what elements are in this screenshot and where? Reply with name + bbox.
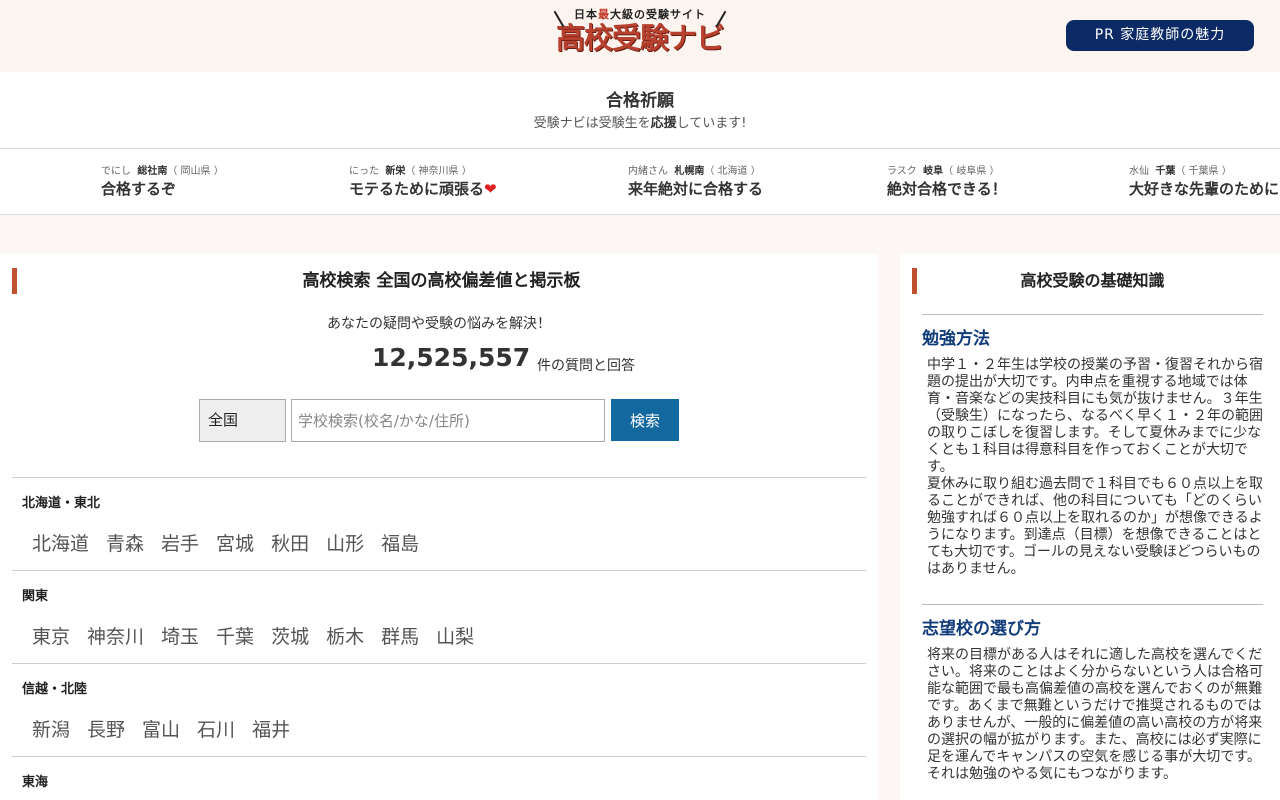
sidebar-divider <box>922 604 1263 605</box>
heart-icon: ❤ <box>484 180 497 198</box>
wish-meta: 水仙 千葉（ 千葉県 ） <box>1129 162 1280 177</box>
prefecture-link[interactable]: 北海道 <box>32 529 89 556</box>
prefecture-link[interactable]: 福島 <box>381 529 419 556</box>
wish-school: 岐阜 <box>923 166 944 177</box>
sidebar-section-title[interactable]: 勉強方法 <box>922 324 990 349</box>
wish-pref: （ 岡山県 ） <box>167 166 224 177</box>
wish-meta: でにし 総社南（ 岡山県 ） <box>101 162 224 177</box>
search-button[interactable]: 検索 <box>611 399 679 441</box>
wish-user: ラスク <box>887 166 917 177</box>
prefecture-link[interactable]: 山形 <box>326 529 364 556</box>
wish-pref: （ 神奈川県 ） <box>405 166 472 177</box>
wish-subtitle-bold: 応援 <box>650 116 677 131</box>
search-heading: 高校検索 全国の高校偏差値と掲示板 <box>12 268 866 294</box>
site-header: 日本最大級の受験サイト 高校受験ナビ PR 家庭教師の魅力 <box>0 0 1280 72</box>
prefecture-link[interactable]: 福井 <box>252 715 290 742</box>
wish-item[interactable]: ラスク 岐阜（ 岐阜県 ） 絶対合格できる！ <box>887 162 1007 199</box>
prefecture-link[interactable]: 山梨 <box>436 622 474 649</box>
wish-text: 大好きな先輩のために <box>1129 180 1280 198</box>
school-search-input[interactable] <box>291 399 605 442</box>
logo-title: 高校受験ナビ <box>555 21 725 55</box>
region-prefecture-list: 北海道 青森 岩手 宮城 秋田 山形 福島 <box>32 529 436 556</box>
wish-user: にった <box>349 166 379 177</box>
prefecture-link[interactable]: 宮城 <box>216 529 254 556</box>
wish-item[interactable]: でにし 総社南（ 岡山県 ） 合格するぞ <box>101 162 224 199</box>
region-name: 北海道・東北 <box>22 496 101 511</box>
wish-school: 新栄 <box>385 166 406 177</box>
wish-user: 水仙 <box>1129 166 1149 177</box>
wish-subtitle-post: しています! <box>676 116 747 131</box>
school-search-panel: 高校検索 全国の高校偏差値と掲示板 あなたの疑問や受験の悩みを解決！ 12,52… <box>0 254 878 800</box>
prefecture-link[interactable]: 長野 <box>87 715 125 742</box>
region-shinetsu-hokuriku: 信越・北陸 新潟 長野 富山 石川 福井 <box>12 663 866 756</box>
question-count-suffix: 件の質問と回答 <box>537 358 635 374</box>
region-prefecture-list: 東京 神奈川 埼玉 千葉 茨城 栃木 群馬 山梨 <box>32 622 491 649</box>
prefecture-link[interactable]: 千葉 <box>216 622 254 649</box>
sidebar-divider <box>922 314 1263 315</box>
site-logo[interactable]: 日本最大級の受験サイト 高校受験ナビ <box>550 4 730 60</box>
pr-tutor-button[interactable]: PR 家庭教師の魅力 <box>1066 20 1254 51</box>
sidebar-section-body: 将来の目標がある人はそれに適した高校を選んでください。将来のことはよく分からない… <box>927 647 1263 782</box>
prefecture-link[interactable]: 石川 <box>197 715 235 742</box>
logo-tagline-accent: 最 <box>598 8 610 21</box>
region-name: 信越・北陸 <box>22 682 88 697</box>
region-name: 東海 <box>22 775 49 790</box>
region-prefecture-list: 新潟 長野 富山 石川 福井 <box>32 715 307 742</box>
logo-tagline: 日本最大級の受験サイト <box>574 8 706 21</box>
wish-school: 千葉 <box>1155 166 1176 177</box>
prefecture-link[interactable]: 秋田 <box>271 529 309 556</box>
prefecture-link[interactable]: 富山 <box>142 715 180 742</box>
wish-meta: ラスク 岐阜（ 岐阜県 ） <box>887 162 1007 177</box>
prefecture-link[interactable]: 茨城 <box>271 622 309 649</box>
prefecture-link[interactable]: 埼玉 <box>161 622 199 649</box>
wish-text: 来年絶対に合格する <box>628 180 764 198</box>
wish-meta: 内緒さん 札幌南（ 北海道 ） <box>628 162 763 177</box>
wish-pref: （ 岐阜県 ） <box>943 166 1000 177</box>
prefecture-link[interactable]: 岩手 <box>161 529 199 556</box>
wish-pref: （ 北海道 ） <box>704 166 761 177</box>
sidebar-section-title[interactable]: 志望校の選び方 <box>922 614 1041 639</box>
wish-subtitle-pre: 受験ナビは受験生を <box>533 116 651 131</box>
wish-text: モテるために頑張る❤ <box>349 178 497 199</box>
basics-sidebar: 高校受験の基礎知識 勉強方法 中学１・２年生は学校の授業の予習・復習それから宿題… <box>900 254 1280 800</box>
region-kanto: 関東 東京 神奈川 埼玉 千葉 茨城 栃木 群馬 山梨 <box>12 570 866 663</box>
wish-user: でにし <box>101 166 131 177</box>
wish-title: 合格祈願 <box>606 91 674 111</box>
wish-item[interactable]: 水仙 千葉（ 千葉県 ） 大好きな先輩のために <box>1129 162 1280 199</box>
sidebar-section-body: 中学１・２年生は学校の授業の予習・復習それから宿題の提出が大切です。内申点を重視… <box>927 357 1263 577</box>
wish-subtitle: 受験ナビは受験生を応援しています! <box>0 112 1280 131</box>
wish-meta: にった 新栄（ 神奈川県 ） <box>349 162 497 177</box>
wish-pref: （ 千葉県 ） <box>1175 166 1232 177</box>
wish-text-content: モテるために頑張る <box>349 180 485 198</box>
wish-school: 総社南 <box>137 166 168 177</box>
wish-item[interactable]: 内緒さん 札幌南（ 北海道 ） 来年絶対に合格する <box>628 162 763 199</box>
wish-text: 合格するぞ <box>101 180 177 198</box>
region-name: 関東 <box>22 589 49 604</box>
prefecture-link[interactable]: 神奈川 <box>87 622 144 649</box>
region-tokai: 東海 <box>12 756 866 800</box>
prefecture-link[interactable]: 東京 <box>32 622 70 649</box>
wish-item[interactable]: にった 新栄（ 神奈川県 ） モテるために頑張る❤ <box>349 162 497 199</box>
search-lead: あなたの疑問や受験の悩みを解決！ <box>327 316 551 332</box>
wish-user: 内緒さん <box>628 166 668 177</box>
prefecture-select[interactable]: 全国 <box>199 399 286 442</box>
question-count: 12,525,557 <box>372 343 531 372</box>
prefecture-link[interactable]: 群馬 <box>381 622 419 649</box>
prefecture-link[interactable]: 新潟 <box>32 715 70 742</box>
sidebar-heading: 高校受験の基礎知識 <box>912 268 1268 294</box>
wish-text: 絶対合格できる！ <box>887 180 1007 198</box>
region-hokkaido-tohoku: 北海道・東北 北海道 青森 岩手 宮城 秋田 山形 福島 <box>12 477 866 570</box>
wish-divider <box>0 148 1280 149</box>
prefecture-link[interactable]: 栃木 <box>326 622 364 649</box>
prefecture-link[interactable]: 青森 <box>106 529 144 556</box>
wish-band: 合格祈願 受験ナビは受験生を応援しています! でにし 総社南（ 岡山県 ） 合格… <box>0 72 1280 215</box>
wish-school: 札幌南 <box>674 166 705 177</box>
